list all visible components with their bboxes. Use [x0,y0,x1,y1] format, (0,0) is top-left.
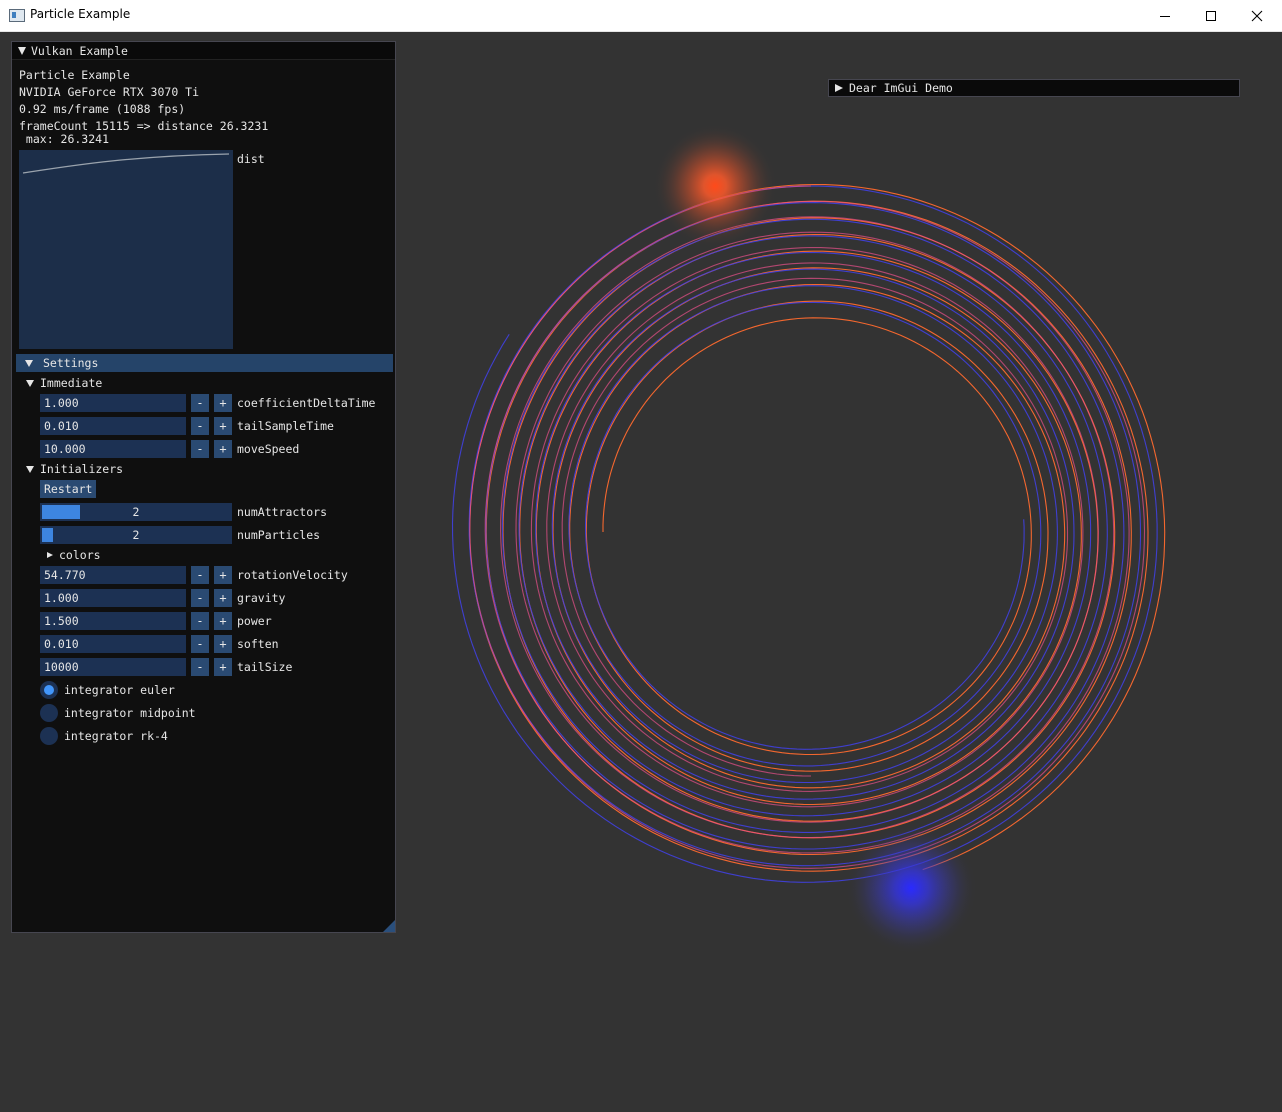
num-attractors-slider[interactable]: 2 [40,503,232,521]
decrement-button[interactable]: - [191,566,209,584]
num-particles-slider[interactable]: 2 [40,526,232,544]
resize-grip[interactable] [383,920,395,932]
field-label: tailSize [237,660,293,674]
close-button[interactable] [1234,0,1280,31]
field-label: moveSpeed [237,442,300,456]
decrement-button[interactable]: - [191,658,209,676]
rotation-velocity-input[interactable]: 54.770 [40,566,186,584]
app-window-icon [9,9,25,22]
move-speed-input[interactable]: 10.000 [40,440,186,458]
collapse-arrow-icon [25,359,33,367]
minimize-icon [1160,15,1170,17]
increment-button[interactable]: + [214,440,232,458]
restart-button[interactable]: Restart [40,480,97,498]
tree-node-label: Initializers [40,462,124,476]
decrement-button[interactable]: - [191,612,209,630]
gravity-input[interactable]: 1.000 [40,589,186,607]
distance-plot-line [22,153,230,174]
increment-button[interactable]: + [214,635,232,653]
soften-input[interactable]: 0.010 [40,635,186,653]
trail-orange [469,183,1166,872]
radio-label: integrator euler [64,683,175,697]
imgui-demo-window[interactable]: Dear ImGui Demo [828,79,1240,97]
trail-blue [451,185,1158,883]
increment-button[interactable]: + [214,658,232,676]
field-label: tailSampleTime [237,419,334,433]
settings-header[interactable]: Settings [16,354,393,372]
minimize-button[interactable] [1142,0,1188,31]
particle-trails [451,183,1166,883]
window-title: Particle Example [30,7,131,21]
radio-label: integrator midpoint [64,706,196,720]
plot-label: dist [237,152,265,166]
tree-node-label: Immediate [40,376,103,390]
integrator-midpoint-radio[interactable] [40,704,58,722]
integrator-euler-radio[interactable] [40,681,58,699]
coefficient-delta-time-input[interactable]: 1.000 [40,394,186,412]
decrement-button[interactable]: - [191,394,209,412]
field-label: gravity [237,591,286,605]
collapse-arrow-icon[interactable] [835,84,843,92]
integrator-rk4-radio[interactable] [40,727,58,745]
slider-value: 2 [132,505,140,519]
increment-button[interactable]: + [214,417,232,435]
field-label: rotationVelocity [237,568,348,582]
expand-arrow-icon [47,552,53,558]
tail-sample-time-input[interactable]: 0.010 [40,417,186,435]
increment-button[interactable]: + [214,394,232,412]
frame-time: 0.92 ms/frame (1088 fps) [19,102,186,116]
panel-title: Vulkan Example [31,43,128,58]
increment-button[interactable]: + [214,589,232,607]
plot-overlay: max: 26.3241 [19,132,110,146]
attractor-blue [845,822,977,954]
tail-size-input[interactable]: 10000 [40,658,186,676]
collapse-arrow-icon[interactable] [18,46,26,55]
increment-button[interactable]: + [214,566,232,584]
field-label: coefficientDeltaTime [237,396,376,410]
slider-label: numAttractors [237,505,328,519]
slider-label: numParticles [237,528,321,542]
decrement-button[interactable]: - [191,635,209,653]
app-name: Particle Example [19,68,130,82]
decrement-button[interactable]: - [191,417,209,435]
attractor-orange [653,124,777,248]
field-label: soften [237,637,279,651]
tree-node-initializers[interactable]: Initializers [26,462,123,476]
maximize-button[interactable] [1188,0,1234,31]
decrement-button[interactable]: - [191,440,209,458]
collapse-arrow-icon [26,379,34,387]
increment-button[interactable]: + [214,612,232,630]
demo-window-title: Dear ImGui Demo [849,81,953,95]
power-input[interactable]: 1.500 [40,612,186,630]
tree-node-colors[interactable]: colors [47,548,101,562]
close-icon [1251,10,1263,21]
tree-node-immediate[interactable]: Immediate [26,376,102,390]
vulkan-example-panel[interactable]: Vulkan Example Particle Example NVIDIA G… [11,41,396,933]
slider-value: 2 [132,528,140,542]
distance-plot[interactable] [19,150,233,349]
decrement-button[interactable]: - [191,589,209,607]
field-label: power [237,614,272,628]
maximize-icon [1206,10,1216,21]
title-bar: Particle Example [0,0,1282,32]
panel-title-bar[interactable]: Vulkan Example [12,42,395,60]
collapse-arrow-icon [26,465,34,473]
gpu-name: NVIDIA GeForce RTX 3070 Ti [19,85,200,99]
settings-header-label: Settings [43,356,99,370]
radio-label: integrator rk-4 [64,729,168,743]
tree-node-label: colors [59,548,101,562]
